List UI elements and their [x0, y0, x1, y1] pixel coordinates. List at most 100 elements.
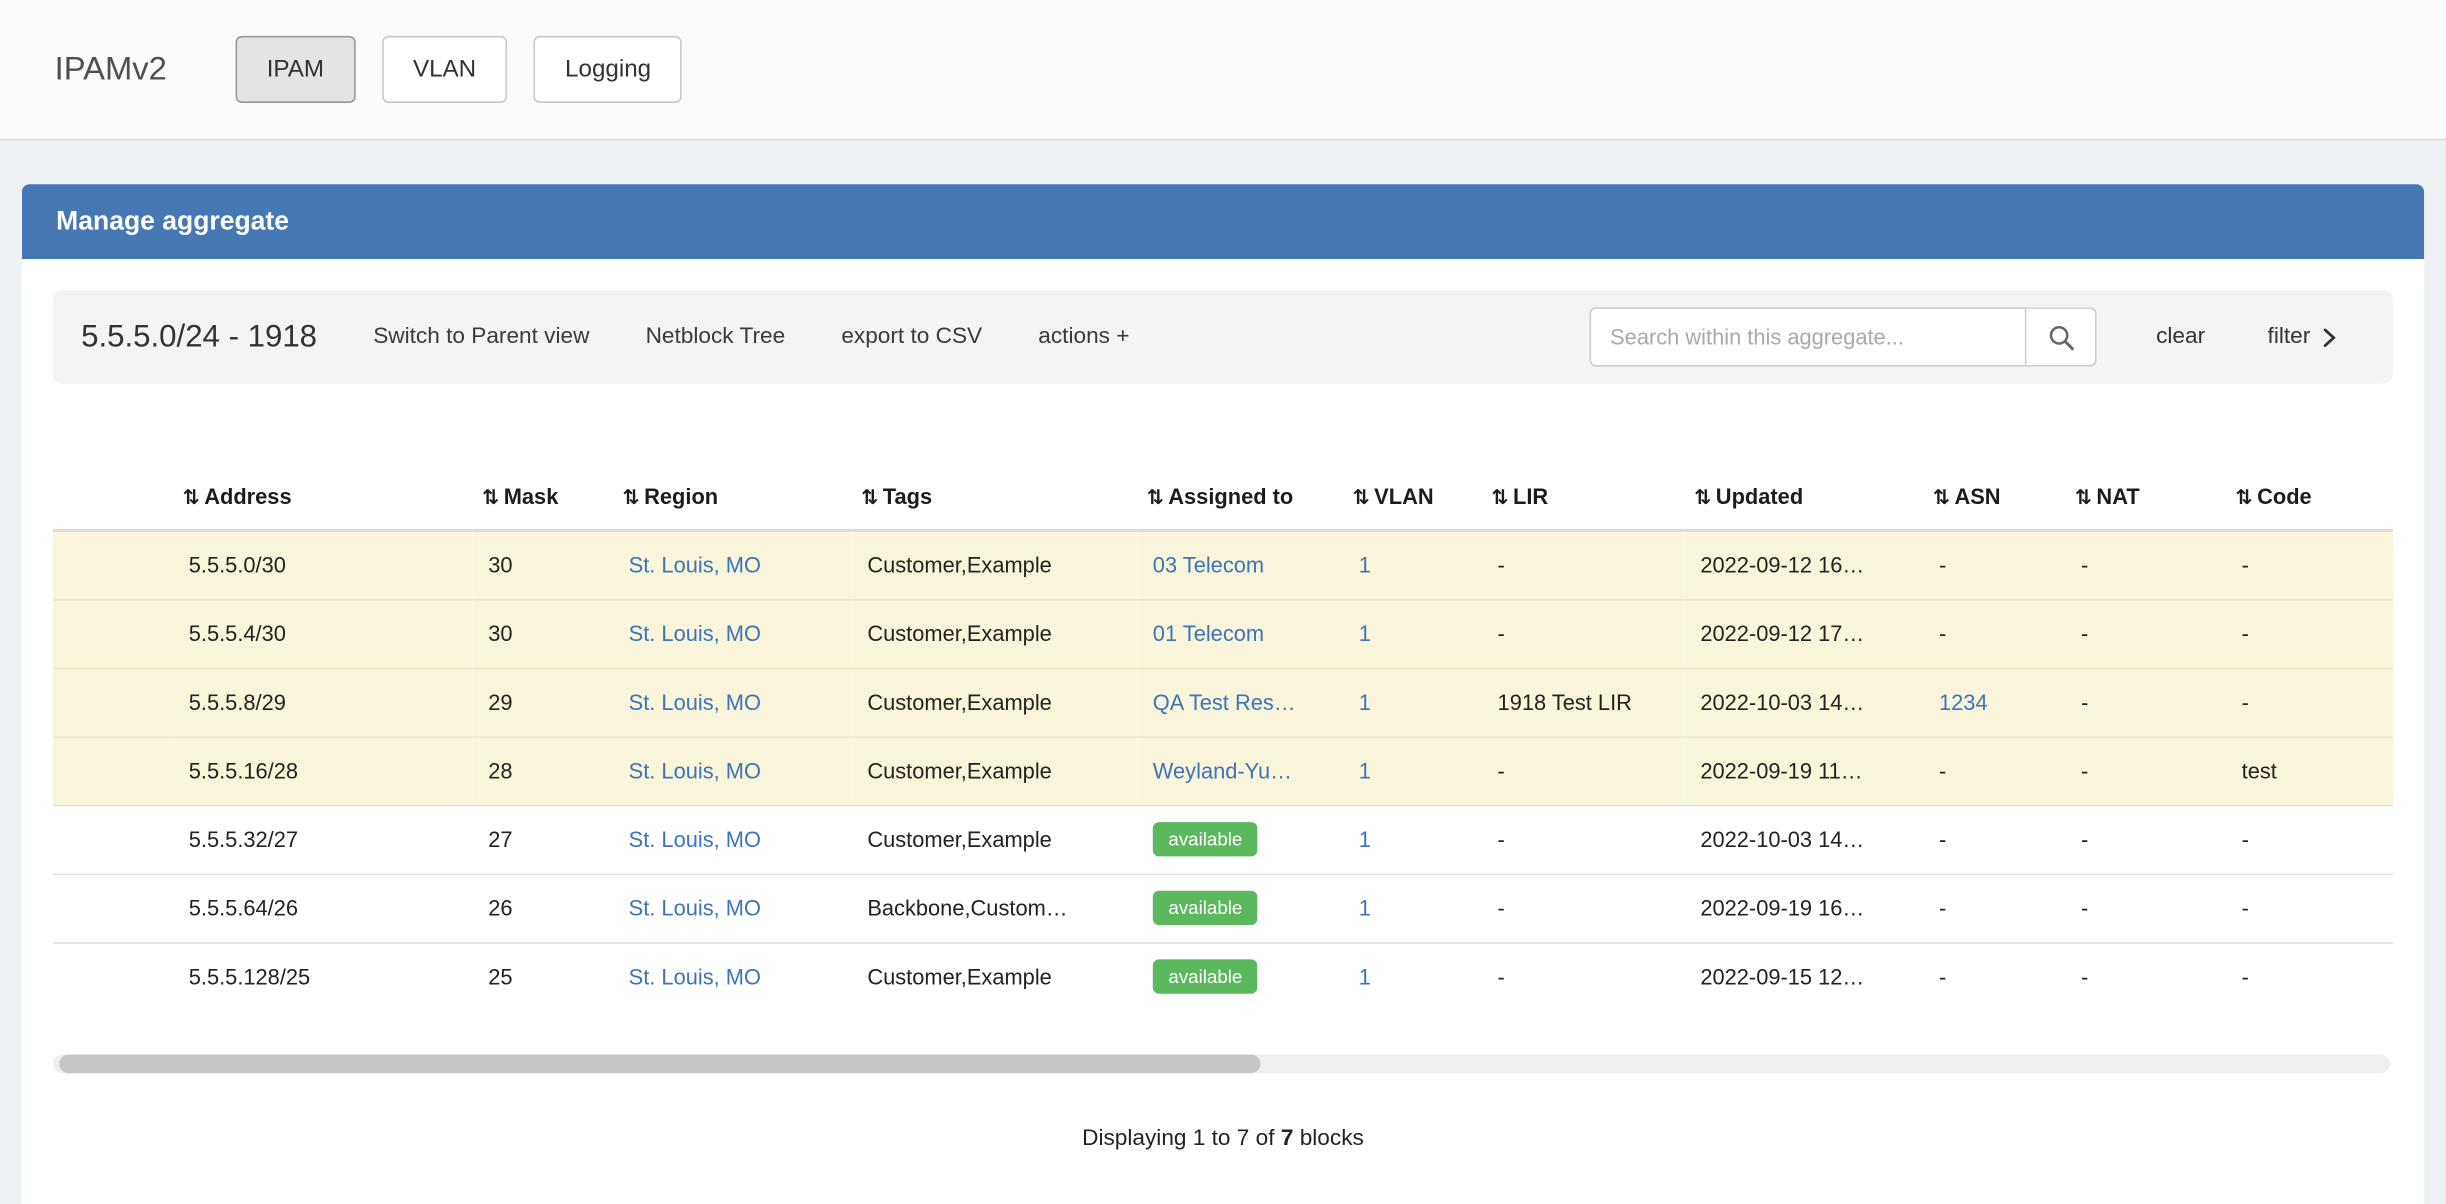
filter-link[interactable]: filter — [2268, 324, 2337, 349]
cell-assigned-to[interactable]: Weyland-Yu… — [1137, 736, 1343, 805]
table-row[interactable]: 5.5.5.64/26 26 St. Louis, MO Backbone,Cu… — [53, 874, 2393, 943]
cell-assigned-to[interactable]: 01 Telecom — [1137, 599, 1343, 668]
cell-updated: 2022-10-03 14… — [1685, 805, 1924, 874]
tab-logging[interactable]: Logging — [534, 35, 682, 103]
cell-region-link[interactable]: St. Louis, MO — [613, 805, 852, 874]
cell-vlan-link[interactable]: 1 — [1343, 530, 1482, 599]
cell-assigned-to[interactable]: available — [1137, 874, 1343, 943]
cell-region-link[interactable]: St. Louis, MO — [613, 874, 852, 943]
table-row[interactable]: 5.5.5.32/27 27 St. Louis, MO Customer,Ex… — [53, 805, 2393, 874]
table-row[interactable]: 5.5.5.4/30 30 St. Louis, MO Customer,Exa… — [53, 599, 2393, 668]
col-label-address: Address — [204, 484, 291, 509]
sort-icon: ⇅ — [2235, 487, 2252, 510]
cell-address: 5.5.5.32/27 — [173, 805, 473, 874]
cell-vlan-link[interactable]: 1 — [1343, 874, 1482, 943]
cell-vlan-link[interactable]: 1 — [1343, 942, 1482, 1011]
cell-updated: 2022-09-19 11… — [1685, 736, 1924, 805]
col-header-nat[interactable]: ⇅NAT — [2065, 465, 2226, 531]
col-label-region: Region — [644, 484, 718, 509]
cell-nat: - — [2065, 874, 2226, 943]
col-label-vlan: VLAN — [1374, 484, 1433, 509]
available-badge: available — [1153, 822, 1258, 856]
indent-cell — [53, 736, 173, 805]
col-header-code[interactable]: ⇅Code — [2226, 465, 2393, 531]
indent-cell — [53, 530, 173, 599]
cell-asn: - — [1923, 874, 2065, 943]
cell-nat: - — [2065, 942, 2226, 1011]
cell-asn: - — [1923, 530, 2065, 599]
cell-vlan-link[interactable]: 1 — [1343, 805, 1482, 874]
col-label-mask: Mask — [504, 484, 559, 509]
cell-tags: Customer,Example — [852, 530, 1137, 599]
switch-parent-view-link[interactable]: Switch to Parent view — [373, 324, 589, 349]
col-header-mask[interactable]: ⇅Mask — [473, 465, 613, 531]
actions-menu[interactable]: actions + — [1038, 324, 1129, 349]
cell-asn: - — [1923, 942, 2065, 1011]
tab-vlan[interactable]: VLAN — [382, 35, 508, 103]
cell-assigned-to[interactable]: available — [1137, 805, 1343, 874]
table-row[interactable]: 5.5.5.16/28 28 St. Louis, MO Customer,Ex… — [53, 736, 2393, 805]
cell-nat: - — [2065, 736, 2226, 805]
horizontal-scrollbar[interactable] — [53, 1055, 2390, 1074]
col-header-asn[interactable]: ⇅ASN — [1923, 465, 2065, 531]
col-label-tags: Tags — [883, 484, 932, 509]
col-header-vlan[interactable]: ⇅VLAN — [1343, 465, 1482, 531]
cell-address: 5.5.5.64/26 — [173, 874, 473, 943]
cell-address: 5.5.5.4/30 — [173, 599, 473, 668]
cell-code: test — [2226, 736, 2393, 805]
tab-ipam[interactable]: IPAM — [236, 35, 356, 103]
col-label-updated: Updated — [1716, 484, 1803, 509]
netblock-tree-link[interactable]: Netblock Tree — [646, 324, 786, 349]
cell-lir: - — [1482, 805, 1685, 874]
netblock-table: ⇅Address ⇅Mask ⇅Region ⇅Tags ⇅Assigned t… — [53, 465, 2393, 1011]
indent-cell — [53, 874, 173, 943]
col-header-address[interactable]: ⇅Address — [173, 465, 473, 531]
col-header-assigned-to[interactable]: ⇅Assigned to — [1137, 465, 1343, 531]
col-header-updated[interactable]: ⇅Updated — [1685, 465, 1924, 531]
sort-icon: ⇅ — [1147, 487, 1164, 510]
cell-assigned-to[interactable]: available — [1137, 942, 1343, 1011]
pagination-suffix: blocks — [1300, 1126, 1364, 1151]
cell-lir: 1918 Test LIR — [1482, 668, 1685, 737]
cell-tags: Customer,Example — [852, 942, 1137, 1011]
search-button[interactable] — [2027, 307, 2097, 366]
cell-lir: - — [1482, 942, 1685, 1011]
clear-link[interactable]: clear — [2156, 324, 2205, 349]
cell-region-link[interactable]: St. Louis, MO — [613, 530, 852, 599]
col-header-region[interactable]: ⇅Region — [613, 465, 852, 531]
cell-region-link[interactable]: St. Louis, MO — [613, 668, 852, 737]
cell-region-link[interactable]: St. Louis, MO — [613, 599, 852, 668]
col-header-tags[interactable]: ⇅Tags — [852, 465, 1137, 531]
search-icon — [2048, 324, 2075, 351]
table-row[interactable]: 5.5.5.8/29 29 St. Louis, MO Customer,Exa… — [53, 668, 2393, 737]
cell-code: - — [2226, 874, 2393, 943]
cell-address: 5.5.5.128/25 — [173, 942, 473, 1011]
filter-label: filter — [2268, 324, 2311, 349]
cell-mask: 25 — [473, 942, 613, 1011]
cell-vlan-link[interactable]: 1 — [1343, 668, 1482, 737]
table-row[interactable]: 5.5.5.0/30 30 St. Louis, MO Customer,Exa… — [53, 530, 2393, 599]
cell-assigned-to[interactable]: 03 Telecom — [1137, 530, 1343, 599]
panel-title: Manage aggregate — [56, 206, 289, 237]
col-label-nat: NAT — [2096, 484, 2139, 509]
export-csv-link[interactable]: export to CSV — [841, 324, 982, 349]
cell-vlan-link[interactable]: 1 — [1343, 599, 1482, 668]
cell-region-link[interactable]: St. Louis, MO — [613, 942, 852, 1011]
scrollbar-thumb[interactable] — [59, 1055, 1260, 1074]
sort-icon: ⇅ — [482, 487, 499, 510]
col-header-lir[interactable]: ⇅LIR — [1482, 465, 1685, 531]
netblock-table-container: ⇅Address ⇅Mask ⇅Region ⇅Tags ⇅Assigned t… — [53, 465, 2393, 1011]
cell-vlan-link[interactable]: 1 — [1343, 736, 1482, 805]
search-input[interactable] — [1590, 307, 2027, 366]
sort-icon: ⇅ — [861, 487, 878, 510]
top-navbar: IPAMv2 IPAM VLAN Logging — [0, 0, 2446, 140]
table-row[interactable]: 5.5.5.128/25 25 St. Louis, MO Customer,E… — [53, 942, 2393, 1011]
cell-region-link[interactable]: St. Louis, MO — [613, 736, 852, 805]
cell-mask: 30 — [473, 530, 613, 599]
cell-tags: Customer,Example — [852, 736, 1137, 805]
col-label-asn: ASN — [1954, 484, 2000, 509]
cell-assigned-to[interactable]: QA Test Res… — [1137, 668, 1343, 737]
sort-icon: ⇅ — [1694, 487, 1711, 510]
col-label-code: Code — [2257, 484, 2312, 509]
app: IPAMv2 IPAM VLAN Logging Manage aggregat… — [0, 0, 2446, 1204]
